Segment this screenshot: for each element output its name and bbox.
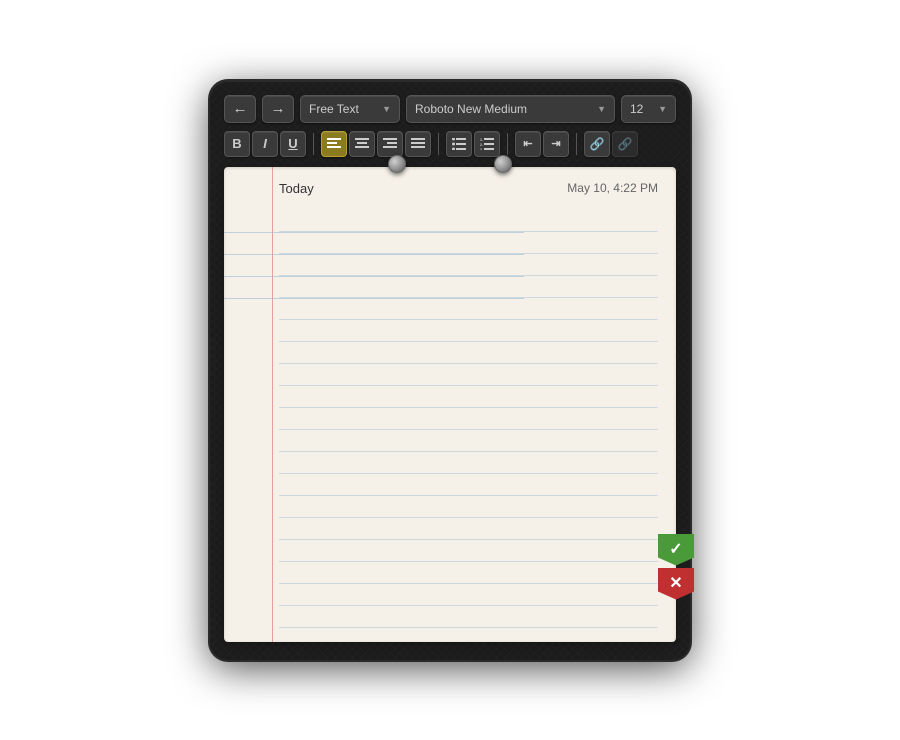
align-justify-button[interactable]	[405, 131, 431, 157]
size-chevron-icon: ▼	[658, 104, 667, 114]
note-line	[279, 342, 658, 364]
svg-text:2.: 2.	[480, 143, 483, 147]
bold-button[interactable]: B	[224, 131, 250, 157]
note-datetime: May 10, 4:22 PM	[567, 181, 658, 196]
list-group: 1. 2. 3.	[446, 131, 500, 157]
note-line	[279, 606, 658, 628]
text-format-group: B I U	[224, 131, 306, 157]
undo-button[interactable]: ←	[224, 95, 256, 123]
app-window: ← → Free Text ▼ Roboto New Medium ▼ 12 ▼…	[210, 81, 690, 660]
font-chevron-icon: ▼	[597, 104, 606, 114]
note-line	[279, 430, 658, 452]
note-line	[279, 452, 658, 474]
svg-text:3.: 3.	[480, 148, 483, 150]
note-line	[279, 298, 658, 320]
italic-button[interactable]: I	[252, 131, 278, 157]
note-line	[279, 276, 658, 298]
align-center-button[interactable]	[349, 131, 375, 157]
align-justify-icon	[411, 138, 425, 150]
confirm-icon: ✓	[669, 542, 682, 558]
separator-4	[576, 133, 577, 155]
redo-button[interactable]: →	[262, 95, 294, 123]
bullet-list-button[interactable]	[446, 131, 472, 157]
note-date-label: Today	[279, 181, 314, 196]
font-dropdown[interactable]: Roboto New Medium ▼	[406, 95, 615, 123]
confirm-bookmark[interactable]: ✓	[658, 534, 694, 566]
note-lines[interactable]	[279, 210, 658, 628]
align-right-icon	[383, 138, 397, 150]
numbered-list-icon: 1. 2. 3.	[480, 138, 494, 150]
note-line	[279, 584, 658, 606]
bullet-list-icon	[452, 138, 466, 150]
note-line	[279, 386, 658, 408]
note-line	[279, 254, 658, 276]
freetype-chevron-icon: ▼	[382, 104, 391, 114]
notebook-paper[interactable]: Today May 10, 4:22 PM	[224, 167, 676, 642]
align-center-icon	[355, 138, 369, 150]
bookmark-container: ✓ ✕	[658, 534, 694, 600]
size-dropdown[interactable]: 12 ▼	[621, 95, 676, 123]
toolbar-row2: B I U	[224, 131, 676, 157]
align-left-button[interactable]	[321, 131, 347, 157]
align-left-icon	[327, 138, 341, 150]
note-line	[279, 320, 658, 342]
alignment-group	[321, 131, 431, 157]
freetype-dropdown[interactable]: Free Text ▼	[300, 95, 400, 123]
underline-button[interactable]: U	[280, 131, 306, 157]
add-link-button[interactable]: 🔗	[584, 131, 610, 157]
ring-left	[388, 155, 406, 173]
separator-2	[438, 133, 439, 155]
freetype-label: Free Text	[309, 102, 359, 116]
note-line	[279, 562, 658, 584]
note-line	[279, 408, 658, 430]
indent-increase-button[interactable]: ⇥	[543, 131, 569, 157]
cancel-bookmark[interactable]: ✕	[658, 568, 694, 600]
indent-decrease-button[interactable]: ⇤	[515, 131, 541, 157]
note-line	[279, 540, 658, 562]
note-content[interactable]: Today May 10, 4:22 PM	[224, 167, 676, 642]
size-label: 12	[630, 102, 643, 116]
svg-text:1.: 1.	[480, 138, 483, 142]
indent-group: ⇤ ⇥	[515, 131, 569, 157]
date-row: Today May 10, 4:22 PM	[279, 181, 658, 200]
link-group: 🔗 🔗	[584, 131, 638, 157]
note-line	[279, 518, 658, 540]
note-line	[279, 210, 658, 232]
remove-link-button[interactable]: 🔗	[612, 131, 638, 157]
align-right-button[interactable]	[377, 131, 403, 157]
cancel-icon: ✕	[669, 576, 682, 592]
separator-1	[313, 133, 314, 155]
ring-right	[494, 155, 512, 173]
note-line	[279, 232, 658, 254]
font-label: Roboto New Medium	[415, 102, 527, 116]
numbered-list-button[interactable]: 1. 2. 3.	[474, 131, 500, 157]
note-line	[279, 496, 658, 518]
toolbar-row1: ← → Free Text ▼ Roboto New Medium ▼ 12 ▼	[224, 95, 676, 123]
note-line	[279, 364, 658, 386]
note-line	[279, 474, 658, 496]
separator-3	[507, 133, 508, 155]
